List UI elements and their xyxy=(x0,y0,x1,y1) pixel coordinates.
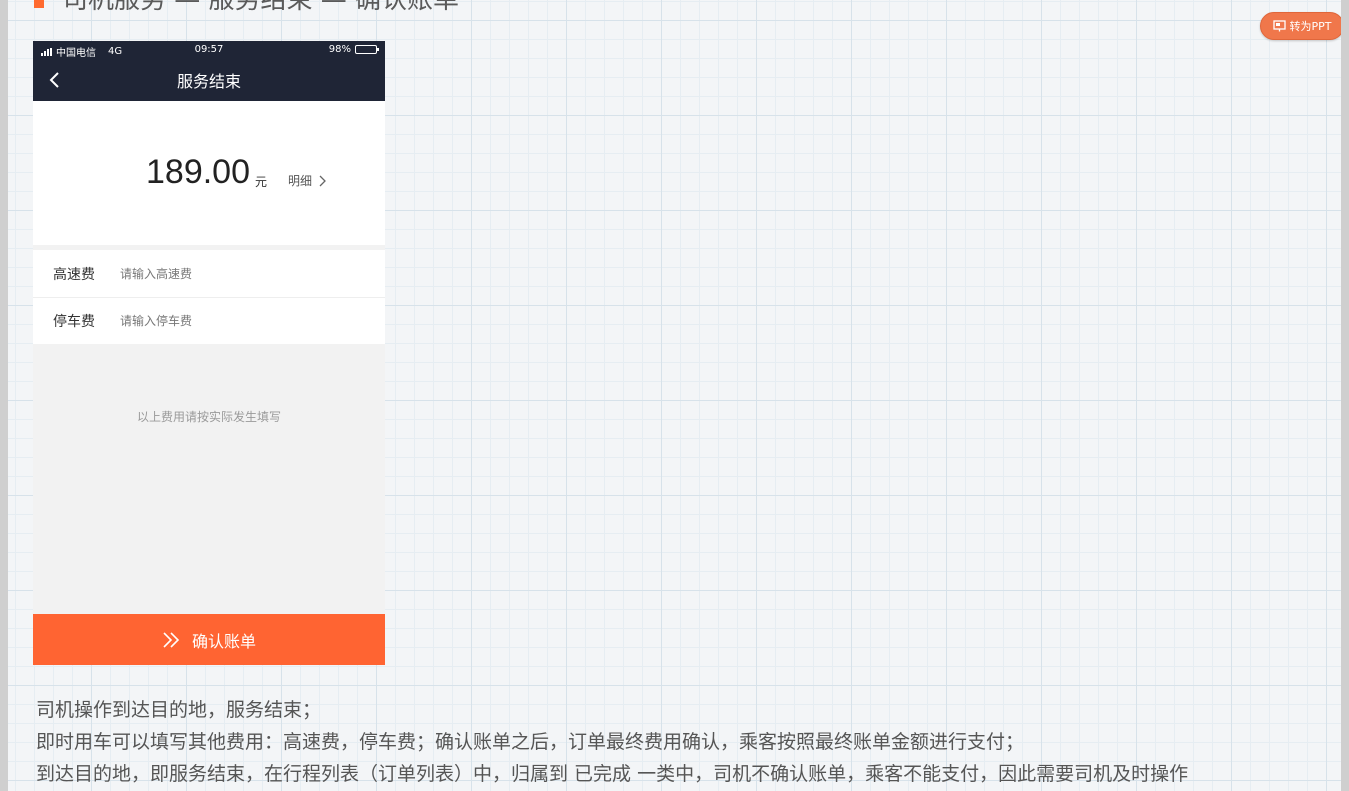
battery-icon xyxy=(355,45,379,54)
ppt-icon xyxy=(1272,20,1286,32)
highway-fee-label: 高速费 xyxy=(53,266,95,283)
nav-title: 服务结束 xyxy=(176,72,241,91)
fee-hint: 以上费用请按实际发生填写 xyxy=(136,410,281,424)
highway-fee-input[interactable] xyxy=(120,266,350,281)
description-line: 司机操作到达目的地，服务结束； xyxy=(36,699,322,721)
confirm-bill-button[interactable]: 确认账单 xyxy=(33,614,385,665)
double-chevron-right-icon xyxy=(163,631,180,648)
parking-fee-label: 停车费 xyxy=(53,314,95,330)
description-line: 即时用车可以填写其他费用：高速费，停车费；确认账单之后，订单最终费用确认，乘客按… xyxy=(36,731,1025,753)
canvas: 司机服务 — 服务结束 — 确认账单 转为PPT 中国电信 4G 09:57 9… xyxy=(8,0,1341,791)
fee-row-parking: 停车费 xyxy=(33,297,385,344)
detail-link[interactable]: 明细 xyxy=(288,172,326,189)
phone-screen: 中国电信 4G 09:57 98% 服务结束 189.00 元 明细 高速费 请… xyxy=(33,41,385,665)
chevron-left-icon[interactable] xyxy=(45,70,65,90)
confirm-bill-label: 确认账单 xyxy=(191,633,256,651)
amount-unit: 元 xyxy=(255,175,268,189)
parking-fee-input[interactable] xyxy=(120,314,350,328)
fee-row-highway: 高速费 xyxy=(33,250,385,297)
chevron-right-icon xyxy=(319,175,326,186)
amount-card: 189.00 元 明细 xyxy=(33,101,385,245)
convert-to-ppt-button[interactable]: 转为PPT xyxy=(1260,12,1341,40)
section-heading: 司机服务 — 服务结束 — 确认账单 xyxy=(34,0,459,15)
description-block: 司机操作到达目的地，服务结束； 即时用车可以填写其他费用：高速费，停车费；确认账… xyxy=(36,694,1336,790)
detail-label: 明细 xyxy=(288,174,313,188)
status-bar: 中国电信 4G 09:57 98% xyxy=(33,41,385,59)
nav-bar: 服务结束 xyxy=(33,59,385,101)
heading-text: 司机服务 — 服务结束 — 确认账单 xyxy=(62,0,459,16)
battery-group: 98% xyxy=(328,44,379,55)
amount-value: 189.00 xyxy=(146,153,250,191)
ppt-button-label: 转为PPT xyxy=(1289,20,1332,33)
heading-accent-bar xyxy=(34,0,44,8)
battery-text: 98% xyxy=(328,44,351,55)
description-line: 到达目的地，即服务结束，在行程列表（订单列表）中，归属到 已完成 一类中，司机不… xyxy=(36,763,1189,785)
